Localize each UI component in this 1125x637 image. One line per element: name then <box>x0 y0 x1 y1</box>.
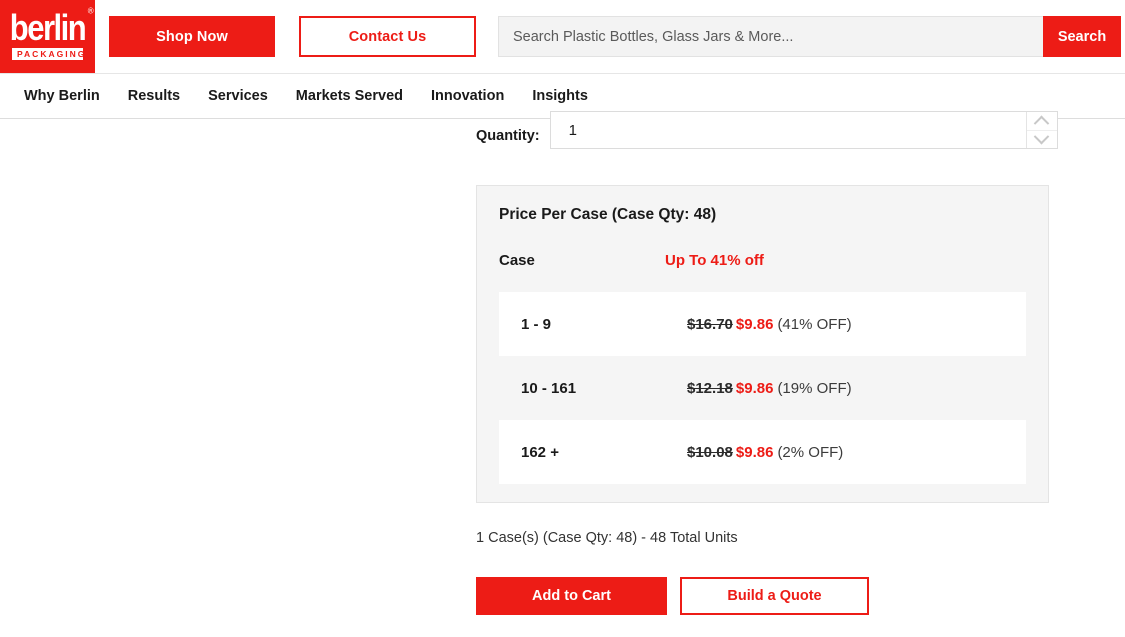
site-header: berlin ® PACKAGING Shop Now Contact Us Se… <box>0 0 1125 73</box>
price-list-value: $16.70 <box>687 315 733 333</box>
order-summary-text: 1 Case(s) (Case Qty: 48) - 48 Total Unit… <box>476 530 738 546</box>
nav-item-innovation[interactable]: Innovation <box>417 74 518 118</box>
price-table-header: Case Up To 41% off <box>499 252 1026 269</box>
price-tier-range: 10 - 161 <box>521 379 577 397</box>
site-search: Search <box>498 16 1121 57</box>
table-row: 162 + $10.08 $9.86 (2% OFF) <box>499 420 1026 484</box>
table-row: 10 - 161 $12.18 $9.86 (19% OFF) <box>499 356 1026 420</box>
table-row: 1 - 9 $16.70 $9.86 (41% OFF) <box>499 292 1026 356</box>
add-to-cart-button[interactable]: Add to Cart <box>476 577 667 615</box>
price-tier-values: $16.70 $9.86 (41% OFF) <box>687 316 852 333</box>
nav-item-markets-served[interactable]: Markets Served <box>282 74 417 118</box>
price-tier-range: 1 - 9 <box>521 315 552 333</box>
nav-item-why-berlin[interactable]: Why Berlin <box>10 74 114 118</box>
price-sale-value: $9.86 <box>735 443 774 461</box>
quantity-stepper[interactable] <box>1025 112 1057 148</box>
price-panel-title: Price Per Case (Case Qty: 48) <box>499 206 717 223</box>
header-actions: Shop Now Contact Us <box>95 0 476 57</box>
search-button[interactable]: Search <box>1043 16 1121 57</box>
price-sale-value: $9.86 <box>735 315 774 333</box>
logo-wordmark: berlin ® <box>9 6 94 49</box>
build-a-quote-button[interactable]: Build a Quote <box>680 577 869 615</box>
quantity-field-wrapper <box>549 111 1058 149</box>
price-header-case-label: Case <box>499 252 535 269</box>
nav-item-services[interactable]: Services <box>194 74 282 118</box>
contact-us-button[interactable]: Contact Us <box>299 16 476 57</box>
price-per-case-panel: Price Per Case (Case Qty: 48) Case Up To… <box>476 185 1049 503</box>
price-list-value: $12.18 <box>687 379 733 397</box>
nav-item-results[interactable]: Results <box>114 74 194 118</box>
price-tier-range: 162 + <box>521 443 559 461</box>
price-header-discount-label: Up To 41% off <box>665 252 764 269</box>
quantity-row: Quantity: <box>476 111 1058 149</box>
logo-wordmark-text: berlin <box>9 6 87 49</box>
price-tier-list: 1 - 9 $16.70 $9.86 (41% OFF) 10 - 161 $12.… <box>499 292 1026 484</box>
price-sale-value: $9.86 <box>735 379 774 397</box>
price-tier-values: $10.08 $9.86 (2% OFF) <box>687 444 843 461</box>
shop-now-button[interactable]: Shop Now <box>109 16 275 57</box>
registered-trademark-icon: ® <box>87 6 94 16</box>
logo-subtitle: PACKAGING <box>12 48 84 60</box>
price-discount-value: (2% OFF) <box>777 443 844 461</box>
search-input[interactable] <box>498 16 1043 57</box>
price-list-value: $10.08 <box>687 443 733 461</box>
quantity-label: Quantity: <box>476 128 540 144</box>
berlin-packaging-logo[interactable]: berlin ® PACKAGING <box>0 0 95 73</box>
chevron-down-icon <box>1033 128 1050 145</box>
quantity-decrement-button[interactable] <box>1026 128 1057 148</box>
purchase-actions: Add to Cart Build a Quote <box>476 577 869 615</box>
quantity-increment-button[interactable] <box>1026 112 1057 132</box>
quantity-input[interactable] <box>550 113 1024 147</box>
price-discount-value: (41% OFF) <box>777 315 852 333</box>
product-purchase-panel: Quantity: Price Per Case (Case Qty: 48) … <box>0 111 1125 636</box>
price-tier-values: $12.18 $9.86 (19% OFF) <box>687 380 852 397</box>
price-discount-value: (19% OFF) <box>777 379 852 397</box>
